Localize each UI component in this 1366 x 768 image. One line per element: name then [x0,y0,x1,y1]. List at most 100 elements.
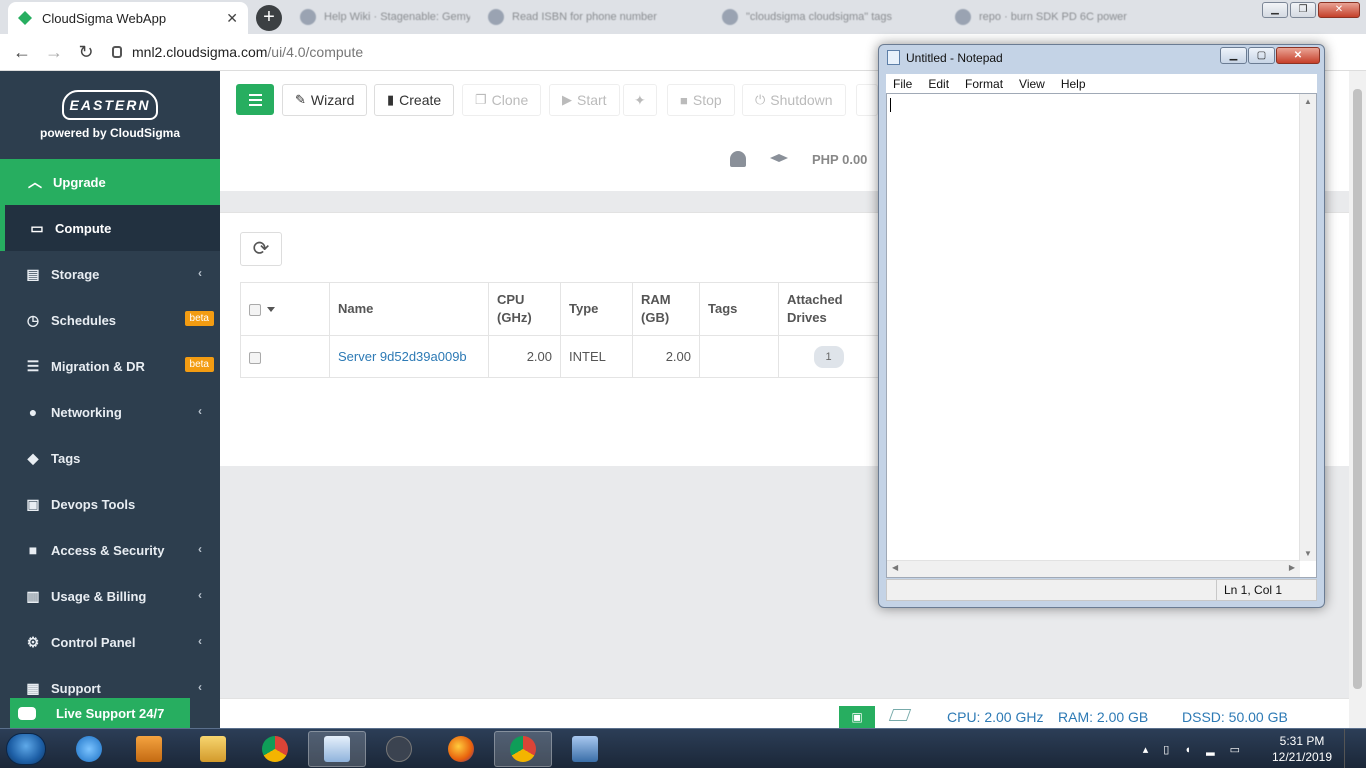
notepad-title-bar[interactable]: Untitled - Notepad [887,50,1003,65]
browser-tab[interactable]: Help Wiki · Stagenable: Gemy [300,6,470,28]
close-tab-icon[interactable]: ✕ [226,10,238,27]
menu-edit[interactable]: Edit [928,77,949,91]
taskbar-media-player[interactable] [120,731,178,767]
maximize-button[interactable]: ❐ [1290,2,1316,18]
sidebar-item-upgrade[interactable]: ︿ Upgrade [0,159,220,205]
notepad-window[interactable]: Untitled - Notepad ▁ ▢ ✕ File Edit Forma… [878,44,1325,608]
start-button[interactable] [6,733,46,765]
laptop-icon[interactable] [888,709,912,721]
clock[interactable]: 5:31 PM 12/21/2019 [1266,733,1338,765]
taskbar-explorer[interactable] [184,731,242,767]
url-field[interactable]: mnl2.cloudsigma.com/ui/4.0/compute [112,44,363,60]
sidebar-item-usage-billing[interactable]: ▥ Usage & Billing ‹ [0,573,220,619]
close-window-button[interactable]: ✕ [1318,2,1360,18]
taskbar-notepad[interactable] [308,731,366,767]
scrollbar-thumb[interactable] [1353,89,1362,689]
menu-format[interactable]: Format [965,77,1003,91]
taskbar-firefox[interactable] [432,731,490,767]
stop-icon: ■ [680,92,688,108]
menu-help[interactable]: Help [1061,77,1086,91]
browser-tab[interactable]: repo · burn SDK PD 6C power [955,6,1165,28]
taskbar-remote-desktop[interactable] [556,731,614,767]
gift-button[interactable]: ▣ [839,706,875,728]
show-desktop-button[interactable] [1344,729,1358,768]
sidebar-item-devops[interactable]: ▣ Devops Tools [0,481,220,527]
wrench-button[interactable]: ✦ [623,84,657,116]
new-tab-button[interactable]: + [256,5,282,31]
menu-toggle-button[interactable] [236,84,274,115]
clock-date: 12/21/2019 [1271,750,1333,764]
wizard-button[interactable]: ✎ Wizard [282,84,368,116]
notepad-vertical-scrollbar[interactable]: ▲ ▼ [1299,94,1316,561]
minimize-button[interactable]: ▁ [1262,2,1288,18]
drives-count-badge[interactable]: 1 [813,345,844,368]
tray-icons[interactable]: ▴ ▯ ◖ ▂ ▭ [1143,743,1246,756]
back-arrow-icon[interactable]: ← [6,42,38,63]
tab-title: CloudSigma WebApp [42,10,167,26]
live-support-button[interactable]: Live Support 24/7 [10,698,190,728]
remote-desktop-icon [572,736,598,762]
tab-favicon-icon [955,9,971,25]
graduation-cap-icon[interactable] [770,154,788,162]
eastern-logo[interactable]: EASTERN powered by CloudSigma [0,71,220,159]
tab-title: Help Wiki · Stagenable: Gemy [324,11,470,23]
create-button[interactable]: ▮ Create [374,84,455,116]
sidebar-item-control-panel[interactable]: ⚙ Control Panel ‹ [0,619,220,665]
column-header-ram[interactable]: RAM (GB) [632,282,700,336]
chevron-left-icon: ‹ [198,404,202,418]
notepad-minimize-button[interactable]: ▁ [1220,47,1247,64]
powered-by-text: powered by CloudSigma [39,126,180,140]
column-header-cpu[interactable]: CPU (GHz) [488,282,561,336]
taskbar-chrome-2[interactable] [494,731,552,767]
caret-down-icon[interactable] [267,307,275,313]
stop-button[interactable]: ■ Stop [667,84,735,116]
row-checkbox[interactable] [249,351,261,364]
scroll-down-arrow-icon[interactable]: ▼ [1300,549,1316,558]
clone-button[interactable]: ❐ Clone [462,84,542,116]
scroll-right-arrow-icon[interactable]: ▶ [1289,563,1295,572]
account-info: PHP 0.00 [730,151,867,167]
sidebar-item-migration[interactable]: ☰ Migration & DR beta [0,343,220,389]
reload-icon[interactable]: ↻ [70,42,102,63]
column-header-drives[interactable]: Attached Drives [778,282,879,336]
forward-arrow-icon[interactable]: → [38,42,70,63]
browser-tab[interactable]: "cloudsigma cloudsigma" tags [722,6,932,28]
menu-view[interactable]: View [1019,77,1045,91]
notepad-horizontal-scrollbar[interactable]: ◀ ▶ [887,560,1300,577]
notepad-close-button[interactable]: ✕ [1276,47,1320,64]
refresh-button[interactable]: ⟳ [240,232,282,266]
page-scrollbar[interactable] [1349,71,1366,728]
shutdown-button[interactable]: ⏻ Shutdown [742,84,846,116]
column-header-name[interactable]: Name [329,282,489,336]
sidebar-item-tags[interactable]: ◆ Tags [0,435,220,481]
taskbar-chrome-1[interactable] [246,731,304,767]
sidebar-item-schedules[interactable]: ◷ Schedules beta [0,297,220,343]
scroll-left-arrow-icon[interactable]: ◀ [892,563,898,572]
taskbar-ie[interactable] [60,731,118,767]
start-button[interactable]: ▶ Start [549,84,620,116]
browser-tab[interactable]: Read ISBN for phone number [488,6,688,28]
browser-tab-active[interactable]: CloudSigma WebApp ✕ [8,2,248,34]
notepad-status-bar: Ln 1, Col 1 [886,579,1317,601]
column-header-tags[interactable]: Tags [699,282,779,336]
bell-icon[interactable] [730,151,746,167]
sidebar-item-access-security[interactable]: ■ Access & Security ‹ [0,527,220,573]
sidebar-item-compute[interactable]: ▭ Compute [0,205,220,251]
ram-cell: 2.00 [632,335,700,378]
scroll-up-arrow-icon[interactable]: ▲ [1300,97,1316,106]
menu-file[interactable]: File [893,77,912,91]
column-header-type[interactable]: Type [560,282,633,336]
select-all-header[interactable] [240,282,330,336]
select-all-checkbox[interactable] [249,303,261,316]
taskbar-nox[interactable] [370,731,428,767]
notepad-maximize-button[interactable]: ▢ [1248,47,1275,64]
wizard-label: Wizard [310,92,355,108]
table-row[interactable]: Server 9d52d39a009b 2.00 INTEL 2.00 1 [240,335,879,378]
sidebar-item-storage[interactable]: ▤ Storage ‹ [0,251,220,297]
more-button[interactable] [856,84,878,116]
server-name-link[interactable]: Server 9d52d39a009b [338,349,467,364]
notepad-text-area[interactable]: ▲ ▼ ◀ ▶ [886,93,1317,578]
browser-tab-bar: CloudSigma WebApp ✕ + Help Wiki · Stagen… [0,0,1366,34]
tab-title: Read ISBN for phone number [512,11,657,23]
sidebar-item-networking[interactable]: ● Networking ‹ [0,389,220,435]
